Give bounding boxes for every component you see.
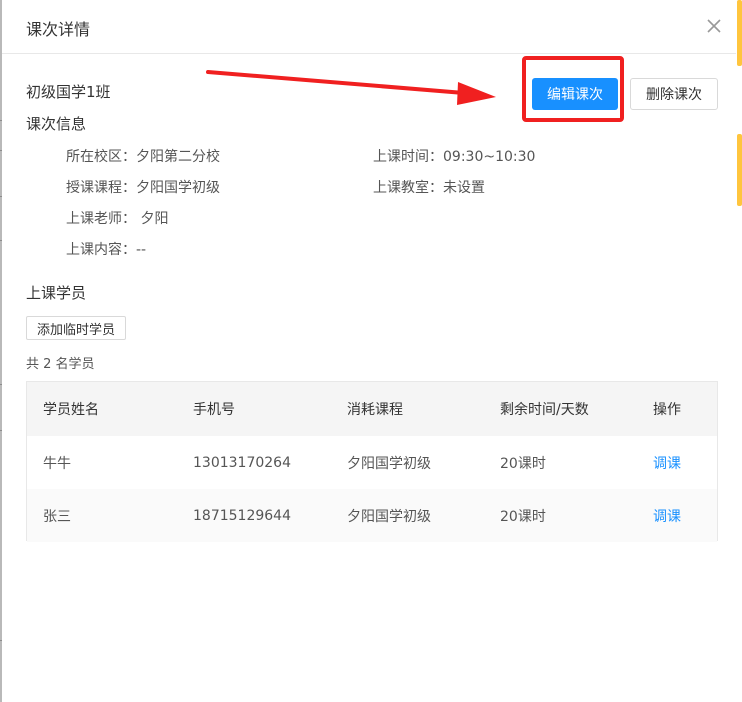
students-title: 上课学员 — [26, 284, 87, 302]
column-header-course: 消耗课程 — [347, 402, 403, 418]
time-info: 上课时间：09:30~10:30 — [373, 149, 536, 165]
column-header-phone: 手机号 — [193, 402, 235, 418]
close-icon[interactable] — [705, 17, 723, 35]
student-name: 牛牛 — [43, 455, 71, 472]
student-phone: 18715129644 — [193, 507, 291, 524]
student-remaining: 20课时 — [500, 508, 546, 525]
accent-bar — [737, 0, 742, 66]
student-count: 共 2 名学员 — [26, 357, 95, 372]
student-phone: 13013170264 — [193, 454, 291, 471]
student-course: 夕阳国学初级 — [347, 508, 431, 525]
red-arrow-annotation — [206, 70, 496, 105]
students-table: 学员姓名 手机号 消耗课程 剩余时间/天数 操作 牛牛 13013170264 … — [26, 381, 718, 542]
reschedule-link[interactable]: 调课 — [653, 436, 681, 489]
student-remaining: 20课时 — [500, 455, 546, 472]
reschedule-link[interactable]: 调课 — [653, 489, 681, 542]
delete-lesson-button[interactable]: 删除课次 — [630, 78, 718, 110]
lesson-detail-dialog: 课次详情 初级国学1班 编辑课次 删除课次 课次信息 所在校区：夕阳第二分校 上… — [2, 0, 736, 702]
add-temp-student-button[interactable]: 添加临时学员 — [26, 316, 126, 340]
classroom-info: 上课教室：未设置 — [373, 180, 485, 196]
column-header-action: 操作 — [653, 402, 681, 418]
student-course: 夕阳国学初级 — [347, 455, 431, 472]
table-row: 张三 18715129644 夕阳国学初级 20课时 调课 — [27, 489, 717, 542]
table-header: 学员姓名 手机号 消耗课程 剩余时间/天数 操作 — [27, 382, 717, 436]
campus-info: 所在校区：夕阳第二分校 — [66, 149, 220, 165]
course-info: 授课课程：夕阳国学初级 — [66, 180, 220, 196]
column-header-remaining: 剩余时间/天数 — [500, 402, 589, 418]
background-right-strip — [736, 0, 742, 702]
lesson-info-title: 课次信息 — [26, 115, 87, 133]
dialog-header: 课次详情 — [2, 0, 736, 54]
column-header-name: 学员姓名 — [43, 402, 99, 418]
student-name: 张三 — [43, 508, 71, 525]
accent-bar — [737, 134, 742, 206]
class-name: 初级国学1班 — [26, 83, 111, 101]
table-row: 牛牛 13013170264 夕阳国学初级 20课时 调课 — [27, 436, 717, 489]
dialog-title: 课次详情 — [26, 20, 91, 39]
annotation-highlight-box — [522, 56, 624, 122]
teacher-info: 上课老师： 夕阳 — [66, 211, 169, 227]
content-info: 上课内容：-- — [66, 242, 147, 258]
